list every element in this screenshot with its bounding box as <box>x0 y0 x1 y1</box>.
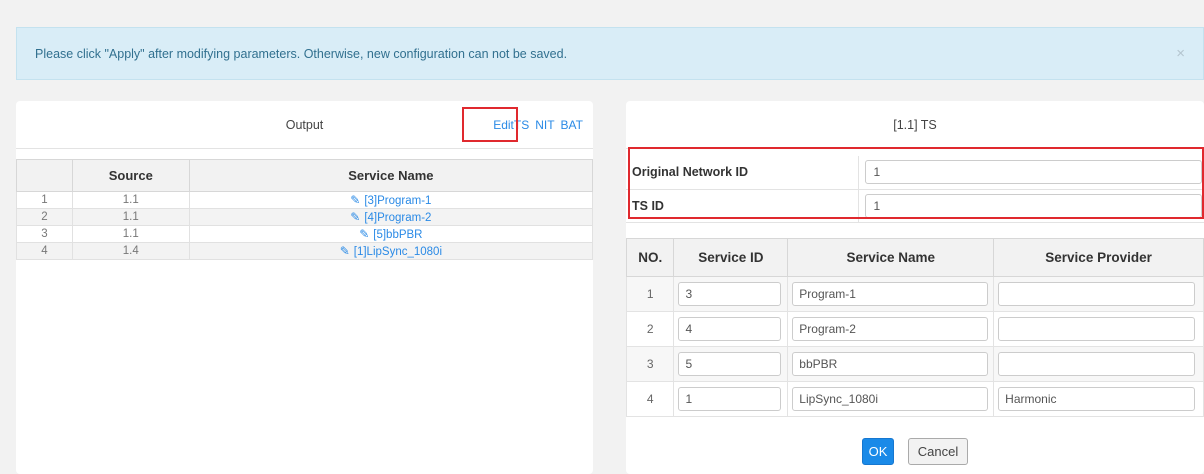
row-source: 1.1 <box>71 191 190 209</box>
service-provider-input[interactable] <box>998 282 1196 306</box>
row-index: 1 <box>16 191 73 209</box>
cancel-button[interactable]: Cancel <box>908 438 968 465</box>
output-col-source: Source <box>71 159 190 192</box>
ts-info-highlight-box <box>628 147 1204 219</box>
bat-link[interactable]: BAT <box>561 118 583 132</box>
pencil-icon[interactable]: ✎ <box>350 193 360 207</box>
service-name-cell <box>787 311 995 347</box>
ts-panel-header: [1.1] TS <box>626 101 1204 149</box>
service-name-link[interactable]: [4]Program-2 <box>364 212 431 224</box>
service-name-cell <box>787 381 995 417</box>
pencil-icon[interactable]: ✎ <box>350 210 360 224</box>
output-panel-header: Output EditTS NIT BAT <box>16 101 593 149</box>
service-id-input[interactable] <box>678 317 782 341</box>
service-id-input[interactable] <box>678 352 782 376</box>
alert-message: Please click "Apply" after modifying par… <box>35 46 568 61</box>
info-alert: Please click "Apply" after modifying par… <box>16 27 1204 80</box>
service-name-link[interactable]: [3]Program-1 <box>364 195 431 207</box>
service-provider-input[interactable] <box>998 387 1196 411</box>
service-provider-input[interactable] <box>998 317 1196 341</box>
table-row: 2 <box>625 311 1204 347</box>
row-service-cell: ✎ [5]bbPBR <box>188 225 594 243</box>
service-name-link[interactable]: [1]LipSync_1080i <box>354 246 442 258</box>
output-col-service-name: Service Name <box>188 159 594 192</box>
service-id-input[interactable] <box>678 387 782 411</box>
table-row: 4 1.4 ✎ [1]LipSync_1080i <box>16 242 594 260</box>
service-provider-input[interactable] <box>998 352 1196 376</box>
service-id-cell <box>673 346 789 382</box>
service-id-cell <box>673 276 789 312</box>
close-icon[interactable]: × <box>1176 45 1185 62</box>
output-col-index <box>16 159 73 192</box>
service-name-input[interactable] <box>792 387 989 411</box>
ok-button[interactable]: OK <box>862 438 894 465</box>
service-col-id: Service ID <box>673 238 789 277</box>
pencil-icon[interactable]: ✎ <box>359 227 369 241</box>
output-panel: Output EditTS NIT BAT Source Service Name … <box>16 101 594 474</box>
service-table-header-row: NO. Service ID Service Name Service Prov… <box>625 238 1204 277</box>
service-name-cell <box>787 276 995 312</box>
ts-edit-panel: [1.1] TS Original Network ID TS ID NO. S… <box>625 101 1204 474</box>
nit-link[interactable]: NIT <box>535 118 554 132</box>
service-col-provider: Service Provider <box>993 238 1204 277</box>
service-provider-cell <box>993 276 1204 312</box>
service-provider-cell <box>993 381 1204 417</box>
row-service-cell: ✎ [3]Program-1 <box>188 191 594 209</box>
row-source: 1.1 <box>71 225 190 243</box>
service-id-input[interactable] <box>678 282 782 306</box>
row-service-cell: ✎ [4]Program-2 <box>188 208 594 226</box>
service-no: 2 <box>625 311 675 347</box>
edit-ts-highlight-box <box>462 107 518 142</box>
output-table: Source Service Name 1 1.1 ✎ [3]Program-1 … <box>16 159 594 260</box>
service-name-cell <box>787 346 995 382</box>
table-row: 2 1.1 ✎ [4]Program-2 <box>16 208 594 226</box>
table-row: 1 1.1 ✎ [3]Program-1 <box>16 191 594 209</box>
service-provider-cell <box>993 346 1204 382</box>
service-table: NO. Service ID Service Name Service Prov… <box>625 238 1204 417</box>
service-name-input[interactable] <box>792 352 989 376</box>
row-index: 3 <box>16 225 73 243</box>
table-row: 4 <box>625 381 1204 417</box>
service-no: 4 <box>625 381 675 417</box>
service-id-cell <box>673 311 789 347</box>
row-index: 4 <box>16 242 73 260</box>
table-row: 3 1.1 ✎ [5]bbPBR <box>16 225 594 243</box>
pencil-icon[interactable]: ✎ <box>340 244 350 258</box>
table-row: 3 <box>625 346 1204 382</box>
service-provider-cell <box>993 311 1204 347</box>
service-id-cell <box>673 381 789 417</box>
service-name-input[interactable] <box>792 282 989 306</box>
row-service-cell: ✎ [1]LipSync_1080i <box>188 242 594 260</box>
service-col-no: NO. <box>625 238 675 277</box>
ts-panel-title: [1.1] TS <box>893 117 937 132</box>
table-row: 1 <box>625 276 1204 312</box>
service-no: 3 <box>625 346 675 382</box>
row-source: 1.1 <box>71 208 190 226</box>
service-name-link[interactable]: [5]bbPBR <box>373 229 422 241</box>
output-table-header-row: Source Service Name <box>16 159 594 192</box>
row-index: 2 <box>16 208 73 226</box>
dialog-actions: OK Cancel <box>626 438 1204 465</box>
service-name-input[interactable] <box>792 317 989 341</box>
service-no: 1 <box>625 276 675 312</box>
output-panel-title: Output <box>285 117 324 132</box>
service-col-name: Service Name <box>787 238 995 277</box>
row-source: 1.4 <box>71 242 190 260</box>
